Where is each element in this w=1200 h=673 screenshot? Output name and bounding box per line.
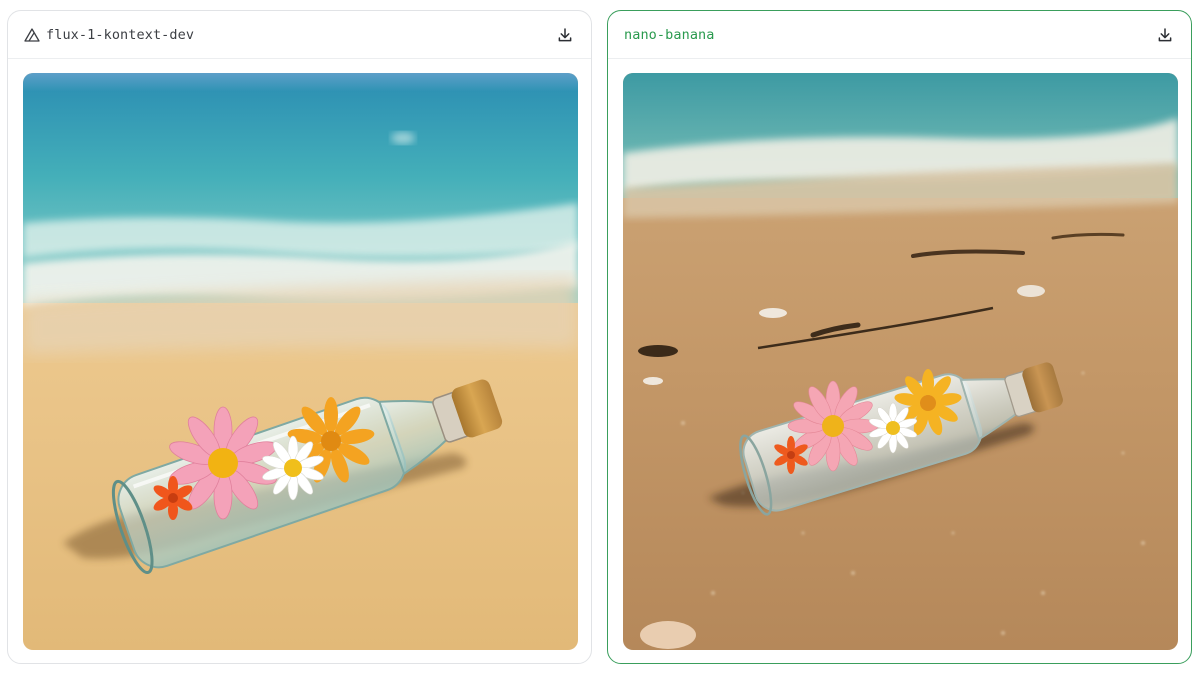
card-header: nano-banana xyxy=(608,11,1191,59)
result-card-nano-banana: nano-banana xyxy=(607,10,1192,664)
download-icon xyxy=(558,28,572,42)
download-button[interactable] xyxy=(1153,23,1177,47)
download-button[interactable] xyxy=(553,23,577,47)
card-header: flux-1-kontext-dev xyxy=(8,11,591,59)
model-name: flux-1-kontext-dev xyxy=(46,26,195,43)
generated-image xyxy=(623,73,1178,650)
generated-image xyxy=(23,73,578,650)
result-card-flux: flux-1-kontext-dev xyxy=(7,10,592,664)
download-icon xyxy=(1158,28,1172,42)
model-name: nano-banana xyxy=(624,26,715,43)
triangle-logo-icon xyxy=(24,27,40,42)
